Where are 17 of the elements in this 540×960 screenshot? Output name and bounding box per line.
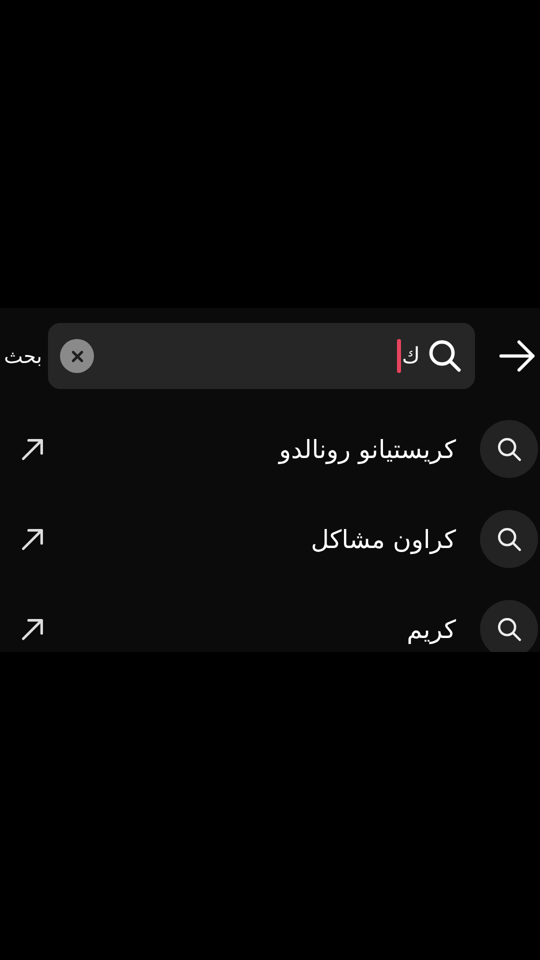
text-cursor	[396, 339, 401, 373]
search-icon	[428, 339, 462, 373]
search-icon	[480, 600, 538, 652]
search-link[interactable]: بحث	[4, 344, 42, 368]
clear-button[interactable]	[60, 339, 94, 373]
suggestion-row[interactable]: كراون مشاكل	[0, 494, 540, 584]
search-field[interactable]: ك	[48, 323, 475, 389]
arrow-up-right-icon[interactable]	[20, 436, 46, 462]
suggestion-row[interactable]: كريستيانو رونالدو	[0, 404, 540, 494]
suggestion-text: كراون مشاكل	[310, 524, 456, 554]
arrow-up-right-icon[interactable]	[20, 616, 46, 642]
suggestion-row[interactable]: كريم	[0, 584, 540, 652]
close-icon	[70, 350, 84, 362]
arrow-up-right-icon[interactable]	[20, 526, 46, 552]
suggestion-text: كريم	[406, 614, 456, 644]
search-text: ك	[402, 344, 420, 368]
suggestion-text: كريستيانو رونالدو	[278, 434, 456, 464]
